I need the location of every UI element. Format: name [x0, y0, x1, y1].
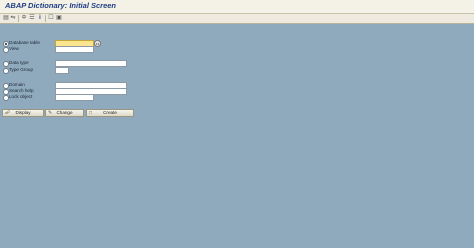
- hierarchy-icon[interactable]: ☱: [29, 15, 35, 21]
- value-help-button[interactable]: F4: [94, 40, 101, 47]
- object-list-icon[interactable]: ▤: [3, 15, 9, 21]
- title-bar: ABAP Dictionary: Initial Screen: [0, 0, 474, 14]
- data-type-input[interactable]: [55, 60, 127, 67]
- label-type-group: Type Group: [9, 67, 34, 72]
- view-input[interactable]: [55, 46, 94, 53]
- change-button[interactable]: ✎ Change: [45, 109, 84, 117]
- type-group-input[interactable]: [55, 67, 69, 74]
- extras-icon[interactable]: ▣: [56, 15, 62, 21]
- create-button[interactable]: □ Create: [86, 109, 134, 117]
- display-button-label: Display: [15, 110, 31, 115]
- label-lock-object: Lock object: [9, 94, 33, 99]
- display-change-icon[interactable]: ✡: [21, 15, 27, 21]
- toolbar-separator: [45, 15, 46, 22]
- main-content: Database table F4 View Data type Type Gr…: [0, 24, 474, 248]
- label-data-type: Data type: [9, 60, 29, 65]
- value-help-label: F4: [95, 42, 100, 46]
- where-used-icon[interactable]: ⇋: [10, 15, 16, 21]
- toolbar-separator: [18, 15, 19, 22]
- create-button-label: Create: [103, 110, 117, 115]
- application-toolbar: ▤ ⇋ ✡ ☱ i ☐ ▣: [0, 14, 474, 24]
- lock-object-input[interactable]: [55, 94, 94, 101]
- change-button-label: Change: [56, 110, 73, 115]
- window-title: ABAP Dictionary: Initial Screen: [5, 1, 116, 10]
- info-icon[interactable]: i: [37, 15, 43, 21]
- display-button[interactable]: ☍ Display: [2, 109, 44, 117]
- label-view: View: [9, 46, 19, 51]
- help-icon[interactable]: ☐: [48, 15, 54, 21]
